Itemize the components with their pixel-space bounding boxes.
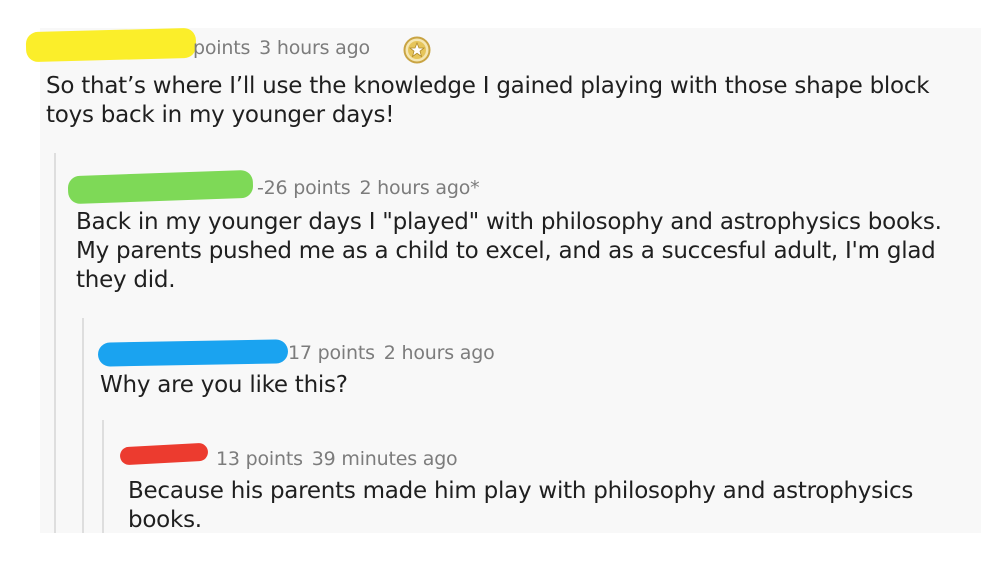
points-label: 13 points <box>216 448 303 470</box>
comment-4: 13 points 39 minutes ago Because his pare… <box>102 420 981 533</box>
comment-meta: -26 points 2 hours ago* <box>257 177 480 199</box>
timestamp: 3 hours ago <box>259 37 370 59</box>
comment-body: So that’s where I’ll use the knowledge I… <box>46 73 930 128</box>
points-label: points <box>193 37 251 59</box>
timestamp: 2 hours ago <box>383 342 495 364</box>
comment-body: Why are you like this? <box>100 372 348 398</box>
points-label: 17 points <box>288 342 375 364</box>
username-redaction <box>67 169 254 205</box>
username-redaction <box>97 339 289 367</box>
comment-meta: points 3 hours ago <box>193 37 370 59</box>
comment-body: Because his parents made him play with p… <box>128 478 914 533</box>
comment-meta: 17 points 2 hours ago <box>288 342 495 364</box>
gold-star-icon <box>403 36 431 64</box>
timestamp: 39 minutes ago <box>311 448 458 470</box>
username-redaction <box>25 27 197 63</box>
timestamp: 2 hours ago* <box>359 177 480 199</box>
comment-thread: points 3 hours ago So that’s where I’ll u… <box>25 27 981 533</box>
points-label: -26 points <box>257 177 351 199</box>
comment-meta: 13 points 39 minutes ago <box>216 448 458 470</box>
username-redaction <box>119 442 209 466</box>
comment-body: Back in my younger days I "played" with … <box>76 209 942 293</box>
